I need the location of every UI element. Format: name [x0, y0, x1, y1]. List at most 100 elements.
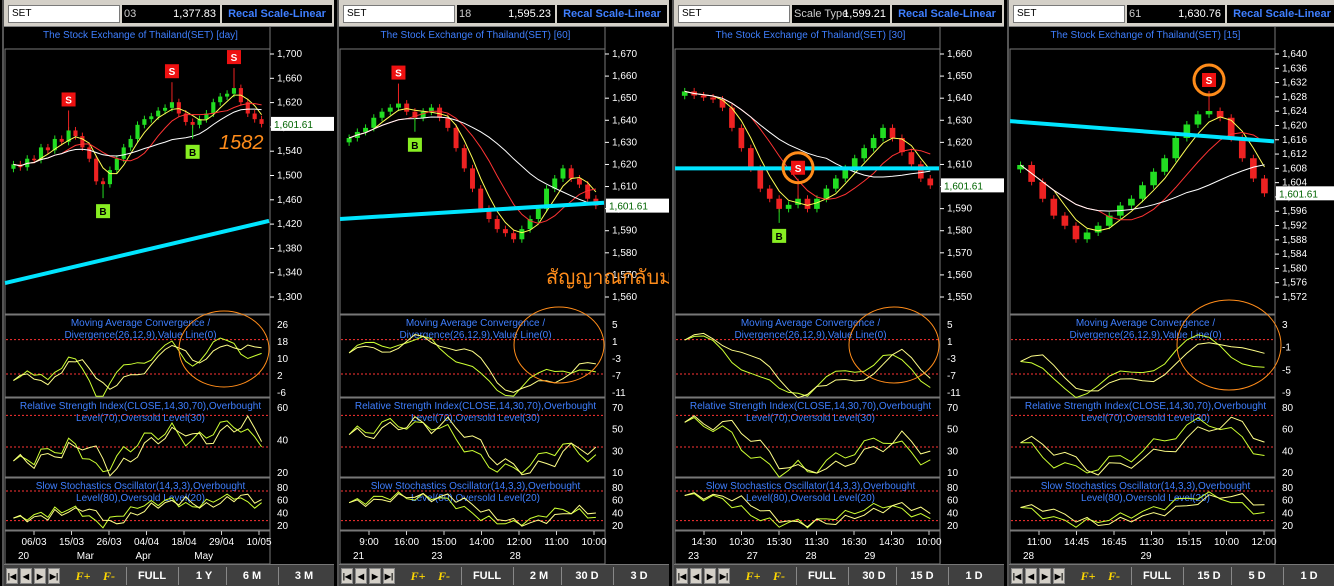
recal-scale-button[interactable]: Recal Scale-Linear — [557, 5, 667, 23]
highlight-ellipse — [178, 310, 270, 388]
scroll-right-button[interactable]: ▶ — [34, 568, 46, 584]
range-button[interactable]: 2 M — [519, 568, 559, 584]
range-button[interactable]: 1 Y — [184, 568, 224, 584]
indicator-title: Relative Strength Index(CLOSE,14,30,70),… — [20, 401, 261, 412]
range-button[interactable]: 1 D — [954, 568, 994, 584]
ma-long-band — [4, 218, 270, 285]
jump-first-button[interactable]: |◀ — [6, 568, 18, 584]
toolbar-divider — [561, 567, 562, 585]
jump-first-button[interactable]: |◀ — [1011, 568, 1023, 584]
y-tick-label: 1,620 — [1282, 120, 1307, 131]
symbol-select[interactable]: SET — [1013, 5, 1125, 23]
range-button[interactable]: 6 M — [232, 568, 272, 584]
y-tick-label: 1,620 — [277, 98, 302, 109]
candle-body — [121, 147, 126, 159]
zoom-in-button[interactable]: F+ — [409, 568, 427, 584]
scroll-left-button[interactable]: ◀ — [1025, 568, 1037, 584]
indicator-tick: 80 — [612, 483, 624, 494]
zoom-in-button[interactable]: F+ — [74, 568, 92, 584]
indicator-tick: 50 — [612, 425, 624, 436]
recal-scale-button[interactable]: Recal Scale-Linear — [1227, 5, 1334, 23]
x-tick-label: 10:00 — [916, 537, 941, 548]
x-tick-label: 11:00 — [1027, 537, 1052, 548]
candle-body — [225, 93, 230, 97]
last-price: 1,599.21 — [843, 8, 886, 20]
full-range-button[interactable]: FULL — [467, 568, 507, 584]
jump-first-button[interactable]: |◀ — [676, 568, 688, 584]
indicator-signal-line — [348, 334, 596, 393]
candle-body — [908, 152, 915, 165]
x-period-label: 29 — [1141, 551, 1153, 562]
jump-last-button[interactable]: ▶| — [1053, 568, 1065, 584]
range-button[interactable]: 30 D — [567, 568, 607, 584]
scroll-right-button[interactable]: ▶ — [1039, 568, 1051, 584]
chart-workspace: SET 03 1,377.83 Recal Scale-Linear The Stock… — [0, 0, 1334, 586]
jump-first-button[interactable]: |◀ — [341, 568, 353, 584]
scroll-left-button[interactable]: ◀ — [355, 568, 367, 584]
candle-body — [32, 158, 37, 161]
candle-body — [519, 229, 525, 240]
range-button[interactable]: 1 D — [1289, 568, 1329, 584]
range-button[interactable]: 30 D — [854, 568, 894, 584]
zoom-in-button[interactable]: F+ — [1079, 568, 1097, 584]
indicator-tick: -9 — [1282, 388, 1291, 399]
symbol-select[interactable]: SET — [678, 5, 790, 23]
full-range-button[interactable]: FULL — [132, 568, 172, 584]
candle-body — [1061, 215, 1069, 226]
indicator-tick: 40 — [947, 508, 959, 519]
chart-panel: SET 61 1,630.76 Recal Scale-Linear The Stock… — [1007, 0, 1334, 586]
signal-label: S — [1206, 76, 1213, 87]
candle-body — [804, 198, 811, 209]
zoom-out-button[interactable]: F- — [1105, 568, 1123, 584]
symbol-select[interactable]: SET — [8, 5, 120, 23]
jump-last-button[interactable]: ▶| — [383, 568, 395, 584]
chart-navbar: |◀ ◀ ▶ ▶| F+ F- FULL 30 D 15 D 1 D — [674, 564, 1004, 586]
zoom-out-button[interactable]: F- — [100, 568, 118, 584]
chart-canvas: The Stock Exchange of Thailand(SET) [30]… — [674, 27, 1004, 564]
recal-scale-button[interactable]: Recal Scale-Linear — [892, 5, 1002, 23]
jump-last-button[interactable]: ▶| — [48, 568, 60, 584]
range-button[interactable]: 3 D — [619, 568, 659, 584]
chart-panel: SET 03 1,377.83 Recal Scale-Linear The Stock… — [2, 0, 334, 586]
current-price-label: 1,601.61 — [609, 202, 648, 213]
indicator-tick: 60 — [612, 496, 624, 507]
y-tick-label: 1,592 — [1282, 221, 1307, 232]
chart-title: The Stock Exchange of Thailand(SET) [30] — [716, 30, 906, 41]
candle-body — [576, 178, 582, 185]
full-range-button[interactable]: FULL — [1137, 568, 1177, 584]
x-period-label: 28 — [806, 551, 818, 562]
toolbar-divider — [226, 567, 227, 585]
x-tick-label: 16:30 — [841, 537, 866, 548]
price-lead: Scale Type — [794, 8, 849, 20]
full-range-button[interactable]: FULL — [802, 568, 842, 584]
zoom-out-button[interactable]: F- — [770, 568, 788, 584]
scroll-left-button[interactable]: ◀ — [20, 568, 32, 584]
range-button[interactable]: 15 D — [902, 568, 942, 584]
range-button[interactable]: 3 M — [284, 568, 324, 584]
scroll-left-button[interactable]: ◀ — [690, 568, 702, 584]
range-button[interactable]: 5 D — [1237, 568, 1277, 584]
scroll-right-button[interactable]: ▶ — [369, 568, 381, 584]
candle-body — [776, 198, 782, 209]
indicator-tick: 70 — [612, 403, 624, 414]
candle-body — [156, 110, 161, 117]
candle-body — [870, 138, 877, 149]
ma-fast-line — [684, 90, 931, 206]
jump-last-button[interactable]: ▶| — [718, 568, 730, 584]
y-tick-label: 1,636 — [1282, 63, 1307, 74]
recal-scale-button[interactable]: Recal Scale-Linear — [222, 5, 332, 23]
chart-toolbar: SET 61 1,630.76 Recal Scale-Linear — [1009, 0, 1334, 27]
toolbar-divider — [948, 567, 949, 585]
zoom-out-button[interactable]: F- — [435, 568, 453, 584]
y-tick-label: 1,596 — [1282, 206, 1307, 217]
indicator-tick: 5 — [612, 320, 618, 331]
scroll-right-button[interactable]: ▶ — [704, 568, 716, 584]
zoom-in-button[interactable]: F+ — [744, 568, 762, 584]
indicator-tick: 30 — [612, 446, 624, 457]
x-tick-label: 11:30 — [1139, 537, 1164, 548]
range-button[interactable]: 15 D — [1189, 568, 1229, 584]
symbol-select[interactable]: SET — [343, 5, 455, 23]
indicator-title: Relative Strength Index(CLOSE,14,30,70),… — [690, 401, 931, 412]
indicator-tick: 10 — [947, 468, 959, 479]
candle-body — [461, 148, 467, 169]
